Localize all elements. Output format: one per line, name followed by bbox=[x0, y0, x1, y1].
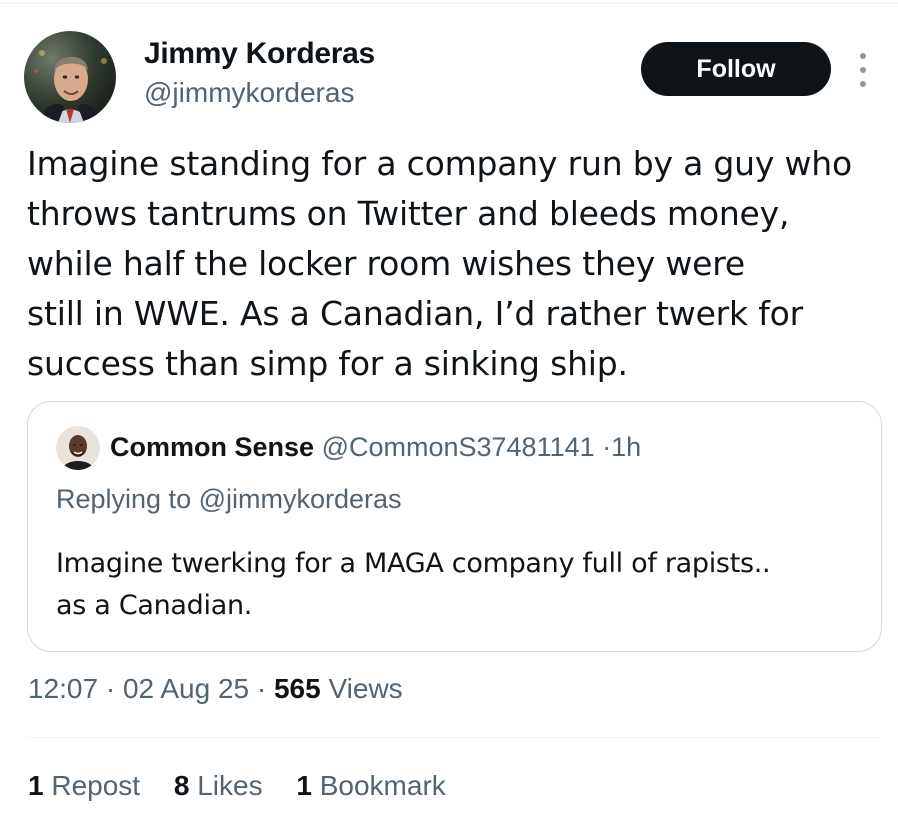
reposts-label: Repost bbox=[51, 770, 141, 801]
tweet-text: Imagine standing for a company run by a … bbox=[27, 139, 887, 389]
reposts-stat[interactable]: 1 Repost bbox=[28, 770, 140, 802]
author-name[interactable]: Jimmy Korderas bbox=[144, 37, 375, 71]
likes-stat[interactable]: 8 Likes bbox=[174, 770, 263, 802]
tweet-text-line: success than simp for a sinking ship. bbox=[27, 344, 628, 383]
quoted-author-handle[interactable]: @CommonS37481141 bbox=[322, 432, 595, 462]
top-divider bbox=[0, 3, 898, 4]
quoted-tweet-text: Imagine twerking for a MAGA company full… bbox=[56, 543, 856, 627]
likes-label: Likes bbox=[197, 770, 263, 801]
author-avatar[interactable] bbox=[24, 31, 116, 123]
tweet-time[interactable]: 12:07 bbox=[28, 673, 98, 704]
more-dot bbox=[860, 53, 866, 59]
tweet-text-line: while half the locker room wishes they w… bbox=[27, 244, 746, 283]
views-count: 565 bbox=[273, 673, 321, 704]
author-photo bbox=[24, 31, 116, 123]
more-dot bbox=[860, 67, 866, 73]
tweet-meta: 12:07 · 02 Aug 25 · 565 Views bbox=[28, 673, 403, 705]
replying-to-text: Replying to @jimmykorderas bbox=[56, 484, 402, 514]
quoted-text-line: as a Canadian. bbox=[56, 590, 253, 621]
more-dot bbox=[860, 81, 866, 87]
tweet-text-line: Imagine standing for a company run by a … bbox=[27, 144, 852, 183]
tweet-date[interactable]: 02 Aug 25 bbox=[123, 673, 249, 704]
bookmarks-label: Bookmark bbox=[319, 770, 446, 801]
tweet-text-line: throws tantrums on Twitter and bleeds mo… bbox=[27, 194, 790, 233]
tweet-text-line: still in WWE. As a Canadian, I’d rather … bbox=[27, 294, 804, 333]
separator: · bbox=[105, 673, 116, 704]
quoted-text-line: Imagine twerking for a MAGA company full… bbox=[56, 548, 771, 579]
quoted-author-avatar[interactable] bbox=[56, 426, 100, 470]
follow-button[interactable]: Follow bbox=[641, 42, 831, 96]
bookmarks-count: 1 bbox=[296, 770, 312, 801]
reposts-count: 1 bbox=[28, 770, 44, 801]
bookmarks-stat[interactable]: 1 Bookmark bbox=[296, 770, 445, 802]
author-handle[interactable]: @jimmykorderas bbox=[144, 77, 354, 109]
quoted-tweet-card[interactable]: Common Sense @CommonS37481141 ·1h Replyi… bbox=[27, 401, 882, 652]
likes-count: 8 bbox=[173, 770, 190, 801]
separator: · bbox=[602, 432, 612, 462]
stats-divider bbox=[27, 737, 882, 738]
quoted-author-name[interactable]: Common Sense bbox=[110, 432, 314, 462]
quoted-author-photo bbox=[56, 426, 100, 470]
separator: · bbox=[256, 673, 267, 704]
quoted-age[interactable]: 1h bbox=[611, 432, 641, 462]
engagement-stats: 1 Repost 8 Likes 1 Bookmark bbox=[28, 770, 472, 802]
views-label: Views bbox=[328, 673, 403, 704]
quoted-header: Common Sense @CommonS37481141 ·1h bbox=[110, 432, 641, 463]
more-vertical-icon[interactable] bbox=[852, 50, 874, 90]
